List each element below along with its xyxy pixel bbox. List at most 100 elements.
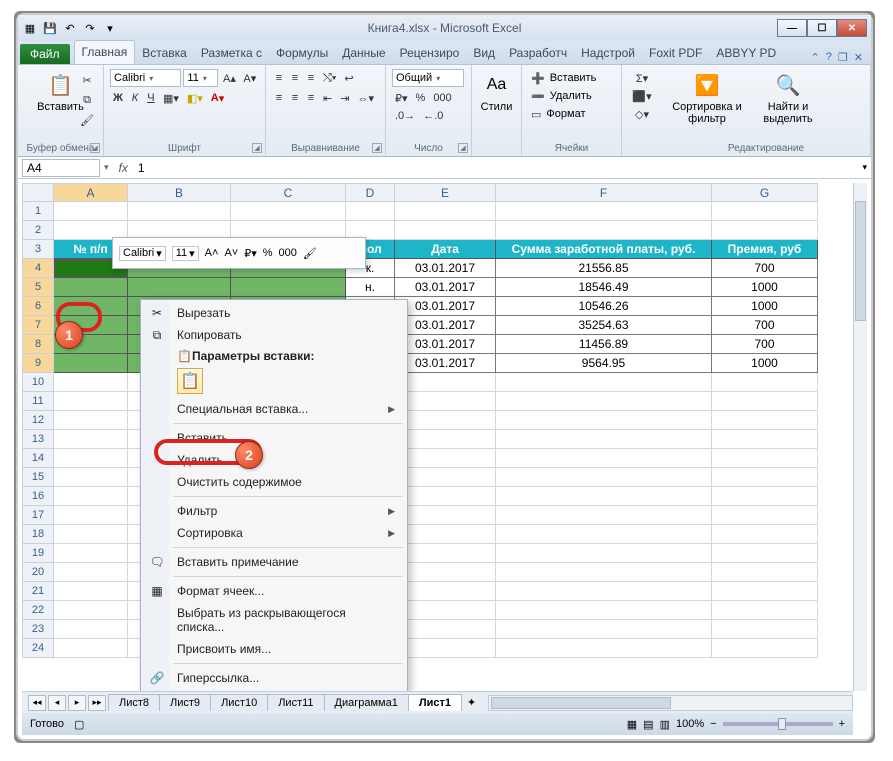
col-header-a[interactable]: A <box>54 183 128 202</box>
mini-shrink-font-icon[interactable]: A˅ <box>224 247 238 259</box>
cell[interactable] <box>54 202 128 221</box>
row-header[interactable]: 5 <box>22 278 54 297</box>
cell[interactable] <box>496 392 712 411</box>
cell[interactable]: 1000 <box>712 278 818 297</box>
vertical-scrollbar[interactable] <box>853 183 867 691</box>
cell[interactable] <box>54 506 128 525</box>
zoom-out-icon[interactable]: − <box>710 718 716 730</box>
cell[interactable] <box>395 506 496 525</box>
styles-button[interactable]: Aa Стили <box>478 69 515 115</box>
tab-data[interactable]: Данные <box>335 42 392 64</box>
qat-dropdown-icon[interactable]: ▾ <box>102 20 118 36</box>
help-icon[interactable]: ? <box>826 51 832 64</box>
minimize-button[interactable]: — <box>777 19 807 37</box>
cell[interactable] <box>395 639 496 658</box>
tab-developer[interactable]: Разработч <box>502 42 574 64</box>
view-pagebreak-icon[interactable]: ▥ <box>660 718 670 731</box>
align-bottom-icon[interactable]: ≡ <box>304 69 318 87</box>
cell[interactable] <box>395 468 496 487</box>
ctx-insert[interactable]: Вставить... <box>143 427 405 449</box>
increase-decimal-icon[interactable]: .0→ <box>392 107 418 125</box>
insert-cells-button[interactable]: Вставить <box>550 72 597 84</box>
fill-icon[interactable]: ⬛▾ <box>628 87 656 105</box>
number-launcher[interactable]: ◢ <box>458 143 468 153</box>
increase-indent-icon[interactable]: ⇥ <box>337 89 352 107</box>
row-header[interactable]: 7 <box>22 316 54 335</box>
mini-currency-icon[interactable]: ₽▾ <box>244 247 257 260</box>
merge-icon[interactable]: ⇔▾ <box>354 89 377 107</box>
cell[interactable]: н. <box>346 278 395 297</box>
find-select-button[interactable]: 🔍 Найти и выделить <box>752 69 824 127</box>
cell[interactable] <box>54 411 128 430</box>
ctx-clear[interactable]: Очистить содержимое <box>143 471 405 493</box>
cell[interactable] <box>496 487 712 506</box>
cell[interactable] <box>496 601 712 620</box>
cell[interactable] <box>496 411 712 430</box>
cell[interactable] <box>231 202 346 221</box>
fill-color-icon[interactable]: ◧▾ <box>184 89 206 107</box>
ctx-sort[interactable]: Сортировка▶ <box>143 522 405 544</box>
cell[interactable] <box>54 297 128 316</box>
cell[interactable]: 1000 <box>712 297 818 316</box>
cell[interactable] <box>496 525 712 544</box>
row-header[interactable]: 10 <box>22 373 54 392</box>
cell[interactable]: 700 <box>712 316 818 335</box>
cell[interactable] <box>395 392 496 411</box>
cell[interactable] <box>395 430 496 449</box>
tab-view[interactable]: Вид <box>466 42 502 64</box>
macro-record-icon[interactable]: ▢ <box>74 718 84 731</box>
row-header[interactable]: 23 <box>22 620 54 639</box>
cell[interactable] <box>712 601 818 620</box>
sheet-tab[interactable]: Лист9 <box>159 694 211 711</box>
row-header[interactable]: 4 <box>22 259 54 278</box>
cell[interactable]: 700 <box>712 335 818 354</box>
cell[interactable] <box>395 525 496 544</box>
sheet-tab[interactable]: Диаграмма1 <box>324 694 409 711</box>
cell[interactable] <box>54 620 128 639</box>
mini-format-painter-icon[interactable]: 🖌 <box>303 247 317 260</box>
minimize-ribbon-icon[interactable]: ⌃ <box>811 51 820 64</box>
delete-cells-icon[interactable]: ➖ <box>528 87 548 105</box>
font-name-combo[interactable]: Calibri▾ <box>110 69 181 87</box>
sheet-nav-prev[interactable]: ◂ <box>48 695 66 711</box>
cell[interactable] <box>712 563 818 582</box>
cell[interactable]: 11456.89 <box>496 335 712 354</box>
cell[interactable] <box>496 582 712 601</box>
row-header[interactable]: 18 <box>22 525 54 544</box>
cell[interactable]: 03.01.2017 <box>395 354 496 373</box>
cell[interactable] <box>712 411 818 430</box>
row-header[interactable]: 2 <box>22 221 54 240</box>
sheet-tab[interactable]: Лист11 <box>267 694 324 711</box>
tab-review[interactable]: Рецензиро <box>393 42 467 64</box>
mini-size-combo[interactable]: 11 ▾ <box>172 246 199 261</box>
view-layout-icon[interactable]: ▤ <box>643 718 653 731</box>
fx-icon[interactable]: fx <box>113 161 134 175</box>
col-header-b[interactable]: B <box>128 183 231 202</box>
file-tab[interactable]: Файл <box>20 44 70 64</box>
cell[interactable] <box>395 202 496 221</box>
cell[interactable] <box>128 278 231 297</box>
cell[interactable] <box>128 202 231 221</box>
shrink-font-icon[interactable]: A▾ <box>241 69 259 87</box>
cell[interactable] <box>712 544 818 563</box>
cell[interactable]: 03.01.2017 <box>395 335 496 354</box>
row-header[interactable]: 11 <box>22 392 54 411</box>
name-box[interactable]: A4 <box>22 159 100 177</box>
cell[interactable] <box>54 430 128 449</box>
cell[interactable] <box>54 525 128 544</box>
align-top-icon[interactable]: ≡ <box>272 69 286 87</box>
cell[interactable] <box>395 563 496 582</box>
format-painter-icon[interactable]: 🖌 <box>77 111 97 129</box>
cell[interactable] <box>54 354 128 373</box>
cell[interactable]: 03.01.2017 <box>395 297 496 316</box>
border-icon[interactable]: ▦▾ <box>160 89 182 107</box>
bold-icon[interactable]: Ж <box>110 89 126 107</box>
copy-icon[interactable]: ⧉ <box>77 91 97 109</box>
cell[interactable] <box>395 449 496 468</box>
ctx-comment[interactable]: 🗨Вставить примечание <box>143 551 405 573</box>
cell[interactable] <box>712 487 818 506</box>
cell[interactable] <box>496 202 712 221</box>
align-middle-icon[interactable]: ≡ <box>288 69 302 87</box>
row-header[interactable]: 21 <box>22 582 54 601</box>
ctx-copy[interactable]: ⧉Копировать <box>143 324 405 346</box>
